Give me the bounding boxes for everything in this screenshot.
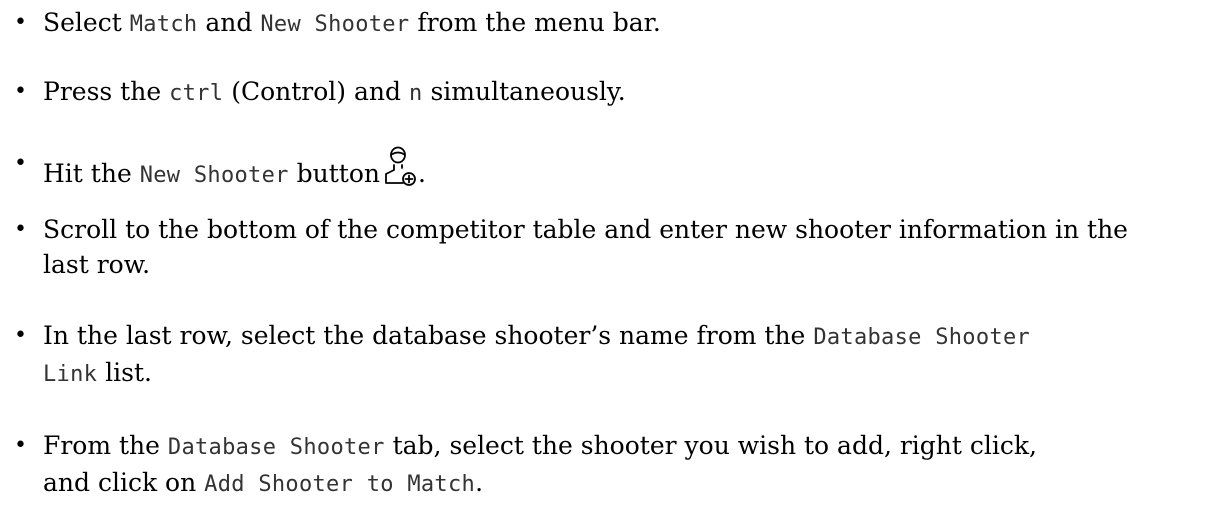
item-text: In the last row, select the database sho… xyxy=(43,321,1031,387)
item-text: From the Database Shooter tab, select th… xyxy=(43,431,1037,497)
item-text: Hit the New Shooter button . xyxy=(43,146,1218,193)
code-ctrl: ctrl xyxy=(169,81,224,106)
bullet xyxy=(14,5,28,40)
list-item: Scroll to the bottom of the competitor t… xyxy=(0,212,1222,282)
bullet xyxy=(14,74,28,109)
list-item: In the last row, select the database sho… xyxy=(0,318,1222,392)
code-match: Match xyxy=(129,12,198,37)
code-new-shooter: New Shooter xyxy=(260,12,410,37)
item-text: Select Match and New Shooter from the me… xyxy=(43,8,661,37)
bullet xyxy=(14,146,28,181)
item-text: Scroll to the bottom of the competitor t… xyxy=(43,215,1128,279)
item-text: Press the ctrl (Control) and n simultane… xyxy=(43,77,626,106)
bullet xyxy=(14,212,28,247)
code-link: Link xyxy=(43,362,98,387)
bullet xyxy=(14,428,28,463)
code-database-shooter: Database Shooter xyxy=(167,435,385,460)
code-n: n xyxy=(408,81,423,106)
code-add-shooter-to-match: Add Shooter to Match xyxy=(204,472,476,497)
code-database-shooter: Database Shooter xyxy=(813,325,1031,350)
list-item: From the Database Shooter tab, select th… xyxy=(0,428,1222,502)
list-item: Press the ctrl (Control) and n simultane… xyxy=(0,74,1222,111)
new-shooter-icon xyxy=(385,146,416,186)
code-new-shooter: New Shooter xyxy=(139,163,289,188)
list-item: Hit the New Shooter button . xyxy=(0,146,1222,193)
list-item: Select Match and New Shooter from the me… xyxy=(0,5,1222,42)
bullet xyxy=(14,318,28,353)
